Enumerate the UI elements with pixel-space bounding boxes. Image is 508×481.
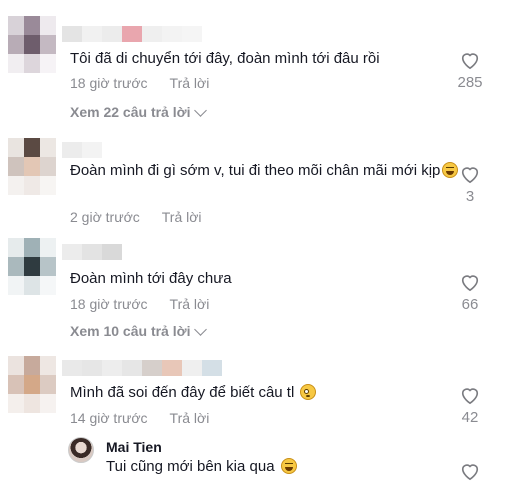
- view-replies-label: Xem 22 câu trả lời: [70, 104, 191, 120]
- reply-text-content: Tui cũng mới bên kia qua: [106, 458, 275, 475]
- comment-text-content: Mình đã soi đến đây để biết câu tl: [70, 384, 295, 401]
- avatar[interactable]: [8, 238, 56, 296]
- flushed-face-emoji: [300, 384, 317, 400]
- view-replies-button[interactable]: Xem 22 câu trả lời: [70, 103, 208, 120]
- comment-text: Đoàn mình tới đây chưa: [70, 270, 232, 287]
- reply-button[interactable]: Trả lời: [162, 209, 202, 225]
- heart-outline-icon: [461, 464, 479, 481]
- like-button[interactable]: 285: [450, 50, 490, 91]
- reply-button[interactable]: Trả lời: [170, 296, 210, 312]
- username-blurred[interactable]: [62, 142, 102, 158]
- chevron-down-icon: [194, 103, 208, 117]
- heart-outline-icon: [461, 167, 479, 184]
- reply-username[interactable]: Mai Tien: [106, 439, 162, 455]
- comment-timestamp: 18 giờ trước: [70, 75, 148, 91]
- comment-timestamp: 14 giờ trước: [70, 410, 148, 426]
- username-blurred[interactable]: [62, 244, 122, 260]
- comment-meta: 2 giờ trước Trả lời: [70, 209, 202, 225]
- comments-panel: { "comments": [ { "text": "Tôi đã di chu…: [0, 0, 508, 481]
- like-count: 66: [461, 296, 479, 313]
- comment-meta: 18 giờ trước Trả lời: [70, 75, 209, 91]
- avatar[interactable]: [8, 356, 56, 414]
- avatar[interactable]: [8, 16, 56, 74]
- heart-outline-icon: [461, 388, 479, 405]
- heart-outline-icon: [461, 53, 479, 70]
- view-replies-label: Xem 10 câu trả lời: [70, 323, 191, 339]
- like-button[interactable]: [450, 461, 490, 481]
- username-blurred[interactable]: [62, 360, 222, 376]
- comment-meta: 14 giờ trước Trả lời: [70, 410, 209, 426]
- comment-timestamp: 2 giờ trước: [70, 209, 140, 225]
- reply-button[interactable]: Trả lời: [170, 410, 210, 426]
- like-count: 285: [457, 74, 483, 91]
- comment-text: Tôi đã di chuyển tới đây, đoàn mình tới …: [70, 50, 380, 67]
- chevron-down-icon: [194, 322, 208, 336]
- reply-button[interactable]: Trả lời: [170, 75, 210, 91]
- like-count: 42: [461, 409, 479, 426]
- reply-avatar[interactable]: [68, 437, 94, 463]
- heart-outline-icon: [461, 275, 479, 292]
- comment-timestamp: 18 giờ trước: [70, 296, 148, 312]
- view-replies-button[interactable]: Xem 10 câu trả lời: [70, 322, 208, 339]
- comment-text: Mình đã soi đến đây để biết câu tl: [70, 382, 460, 404]
- username-blurred[interactable]: [62, 26, 202, 42]
- grinning-squinting-emoji: [280, 458, 297, 474]
- comment-text-content: Đoàn mình đi gì sớm v, tui đi theo mõi c…: [70, 162, 441, 179]
- like-button[interactable]: 3: [450, 164, 490, 205]
- like-button[interactable]: 42: [450, 385, 490, 426]
- like-count: 3: [465, 188, 475, 205]
- like-button[interactable]: 66: [450, 272, 490, 313]
- comment-meta: 18 giờ trước Trả lời: [70, 296, 209, 312]
- comment-text: Đoàn mình đi gì sớm v, tui đi theo mõi c…: [70, 160, 460, 182]
- avatar[interactable]: [8, 138, 56, 196]
- reply-text: Tui cũng mới bên kia qua: [106, 458, 297, 475]
